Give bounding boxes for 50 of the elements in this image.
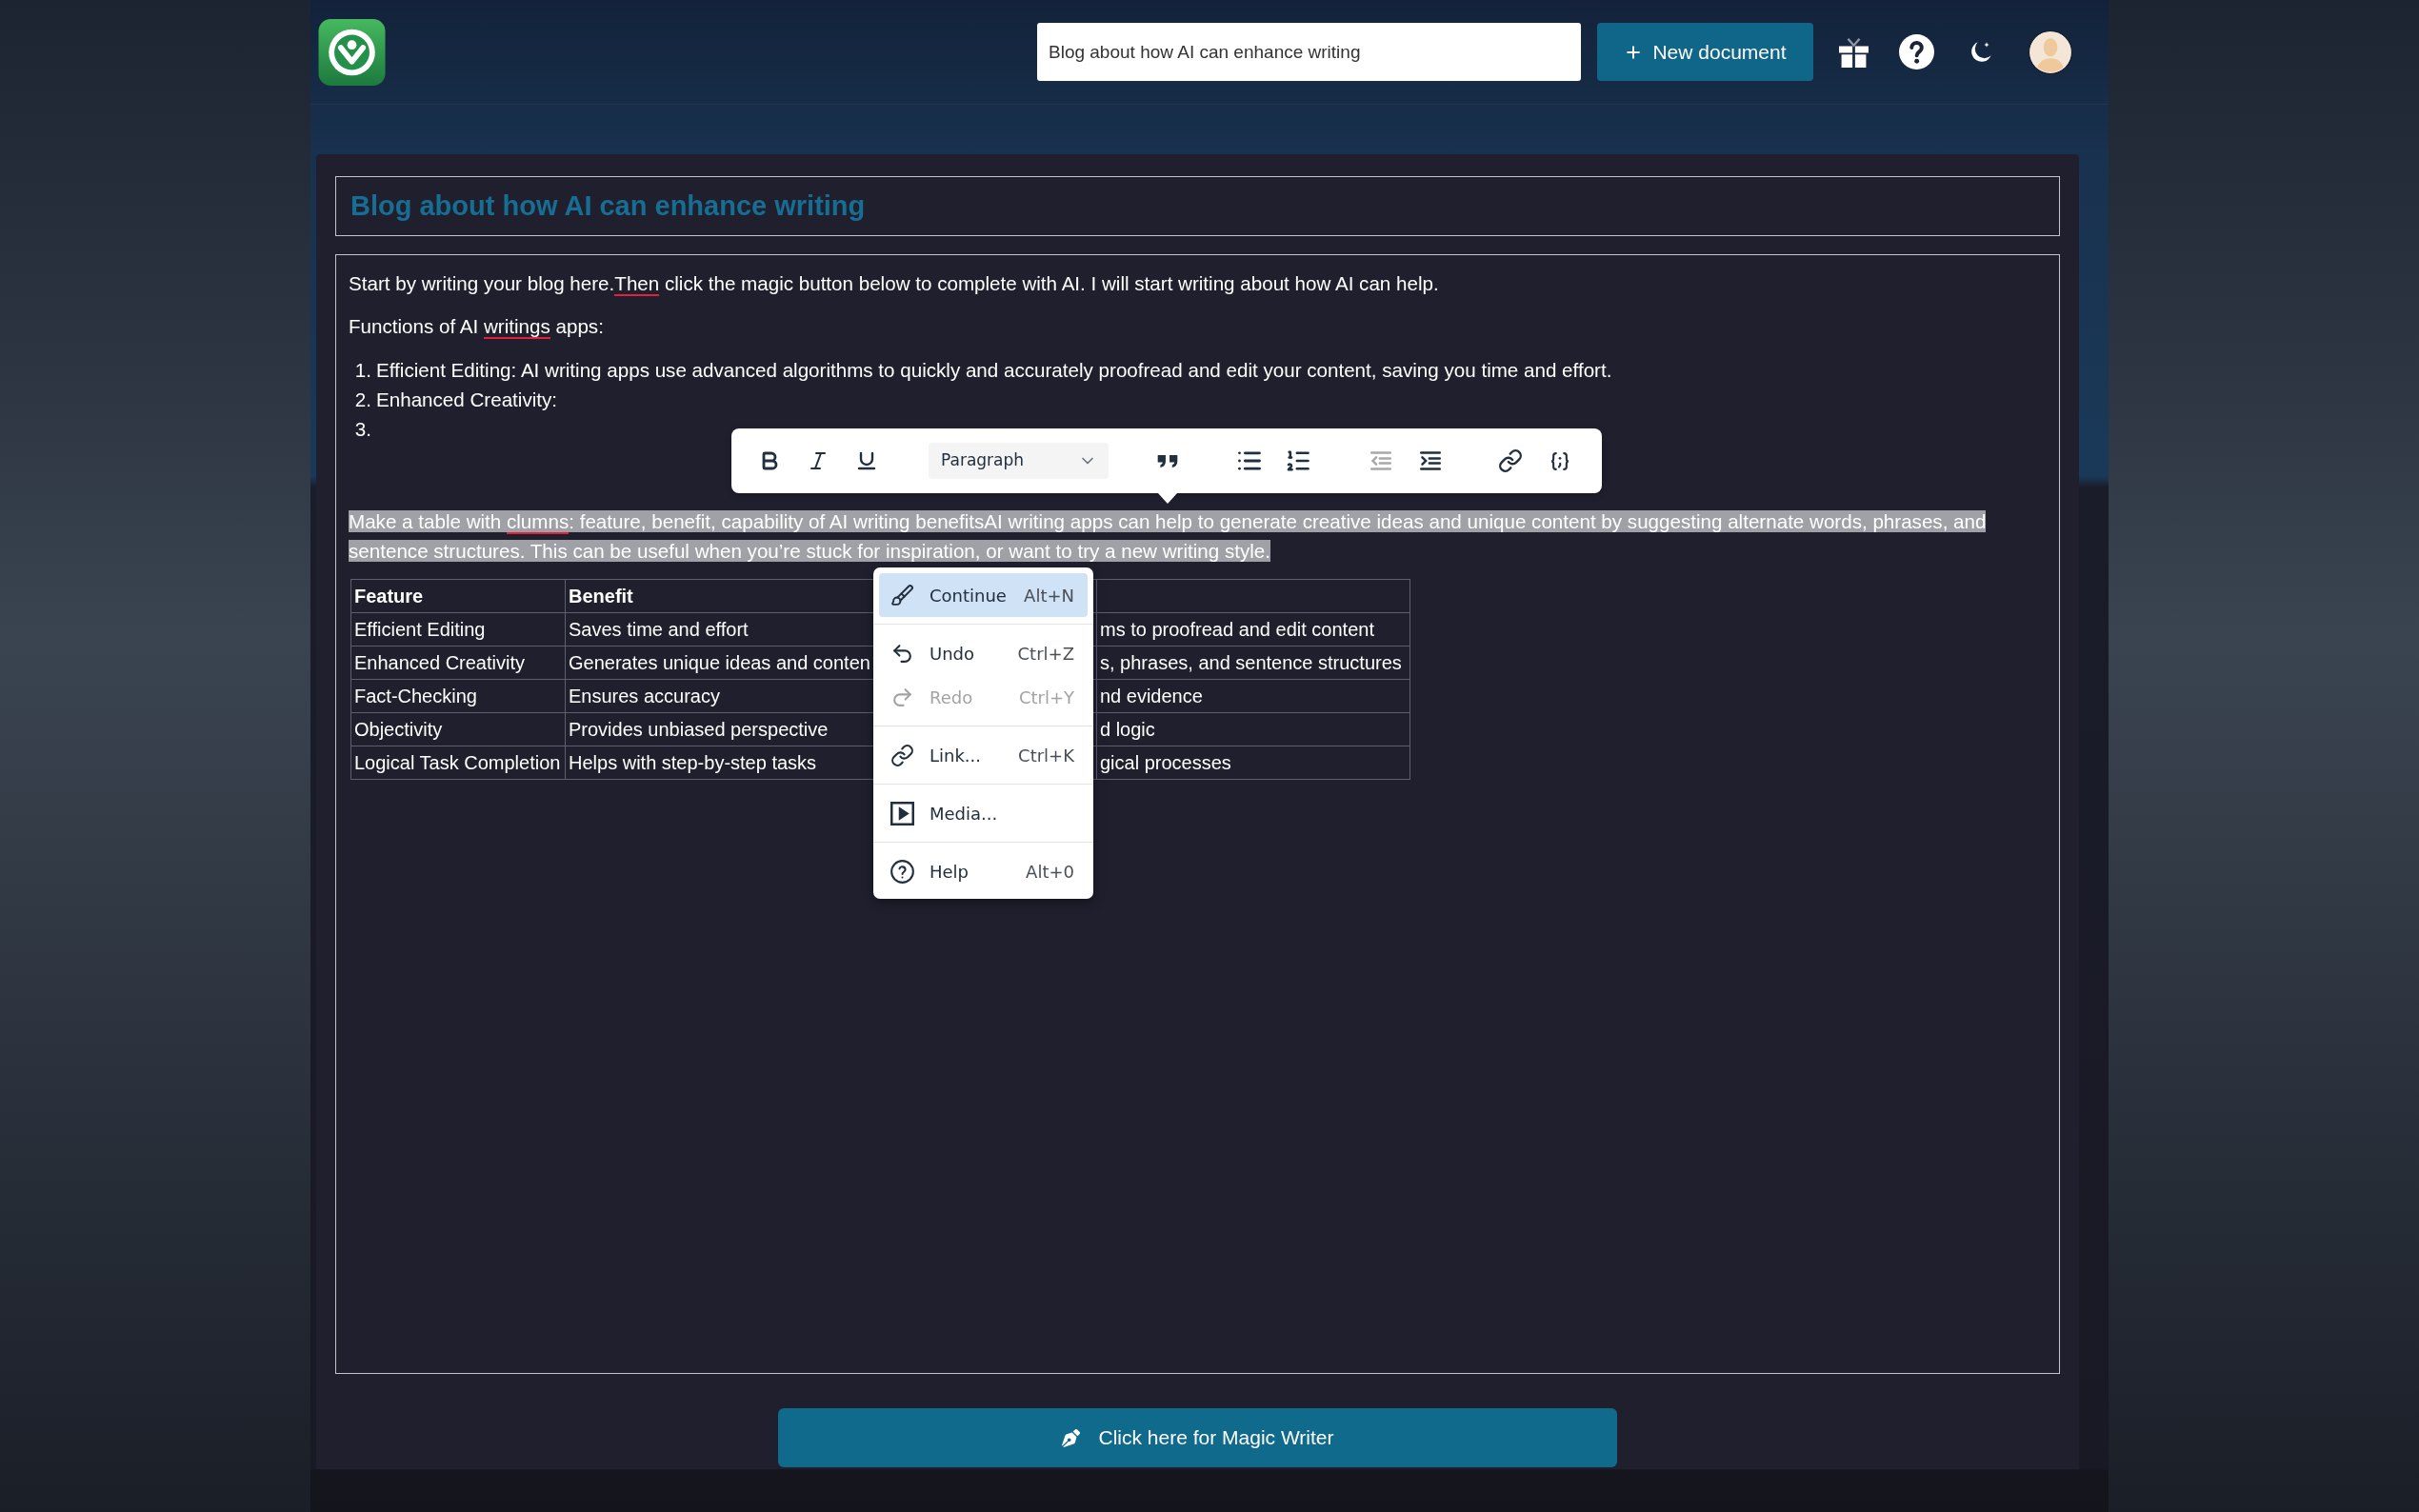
editor-area[interactable] (335, 254, 2060, 1374)
magic-writer-button[interactable]: Click here for Magic Writer (778, 1408, 1617, 1467)
menu-item[interactable]: Help Alt+0 (879, 849, 1088, 893)
indent-icon (1420, 451, 1441, 470)
table-cell: d logic (1096, 712, 1410, 746)
list-number: 3. (353, 417, 371, 442)
table-cell: s, phrases, and sentence structures (1096, 646, 1410, 680)
quote-icon (1157, 453, 1178, 468)
keyboard-shortcut: Ctrl+K (1018, 744, 1074, 767)
play-square-icon (890, 801, 914, 826)
list-item-text: Enhanced Creativity: (376, 388, 558, 412)
brush-icon (890, 583, 914, 607)
search-field[interactable]: Blog about how AI can enhance writing (1037, 23, 1581, 81)
moon-icon[interactable] (1969, 40, 1992, 64)
help-icon[interactable] (1899, 34, 1934, 70)
list-item-text: Efficient Editing: AI writing apps use advanced algorithms to quickly and accurately proofread and edit your content, saving you time and effort. (376, 358, 1612, 383)
toolbar-pointer-icon (1158, 493, 1177, 504)
gift-icon[interactable] (1839, 36, 1869, 68)
table-cell: Enhanced Creativity (350, 646, 566, 680)
table-cell: gical processes (1096, 746, 1410, 780)
table-cell: Fact-Checking (350, 679, 566, 713)
table-cell: ms to proofread and edit content (1096, 612, 1410, 647)
pen-nib-icon (1061, 1428, 1080, 1447)
format-dropdown[interactable]: Paragraph (929, 443, 1109, 479)
menu-item[interactable]: Continue Alt+N (879, 573, 1088, 617)
paragraph: Functions of AI writings apps: (349, 314, 605, 341)
table-cell: nd evidence (1096, 679, 1410, 713)
numbered-list-icon (1285, 448, 1311, 474)
keyboard-shortcut: Alt+0 (1026, 860, 1074, 884)
link-icon (1498, 448, 1523, 473)
new-document-button[interactable]: New document (1597, 23, 1813, 81)
table-cell: Objectivity (350, 712, 566, 746)
paragraph: Start by writing your blog here.Then click the magic button below to complete with AI. I will start writing about how AI can help. (349, 271, 1440, 298)
table-cell: Logical Task Completion (350, 746, 566, 780)
list-number: 2. (353, 388, 371, 412)
link-icon (890, 743, 914, 767)
keyboard-shortcut: Alt+N (1024, 584, 1074, 607)
underline-icon (855, 449, 878, 472)
outdent-icon (1370, 451, 1391, 470)
table-header-cell: Feature (350, 579, 566, 613)
document-title: Blog about how AI can enhance writing (350, 189, 866, 223)
keyboard-shortcut: Ctrl+Y (1018, 686, 1074, 709)
code-icon (1550, 451, 1569, 470)
user-avatar[interactable] (2029, 30, 2072, 74)
app-logo (318, 18, 386, 86)
selected-paragraph: Make a table with clumns: feature, benefit, capability of AI writing benefitsAI writing apps can help to generate creative ideas and unique content by suggesting alternate words, phrases, and sentence structures. This can be useful when you’re stuck for inspiration, or want to try a new writing style. (349, 509, 1988, 564)
help-icon (890, 859, 914, 884)
menu-item[interactable]: Media... (879, 791, 1088, 835)
table-cell: Efficient Editing (350, 612, 566, 647)
list-number: 1. (353, 358, 371, 383)
